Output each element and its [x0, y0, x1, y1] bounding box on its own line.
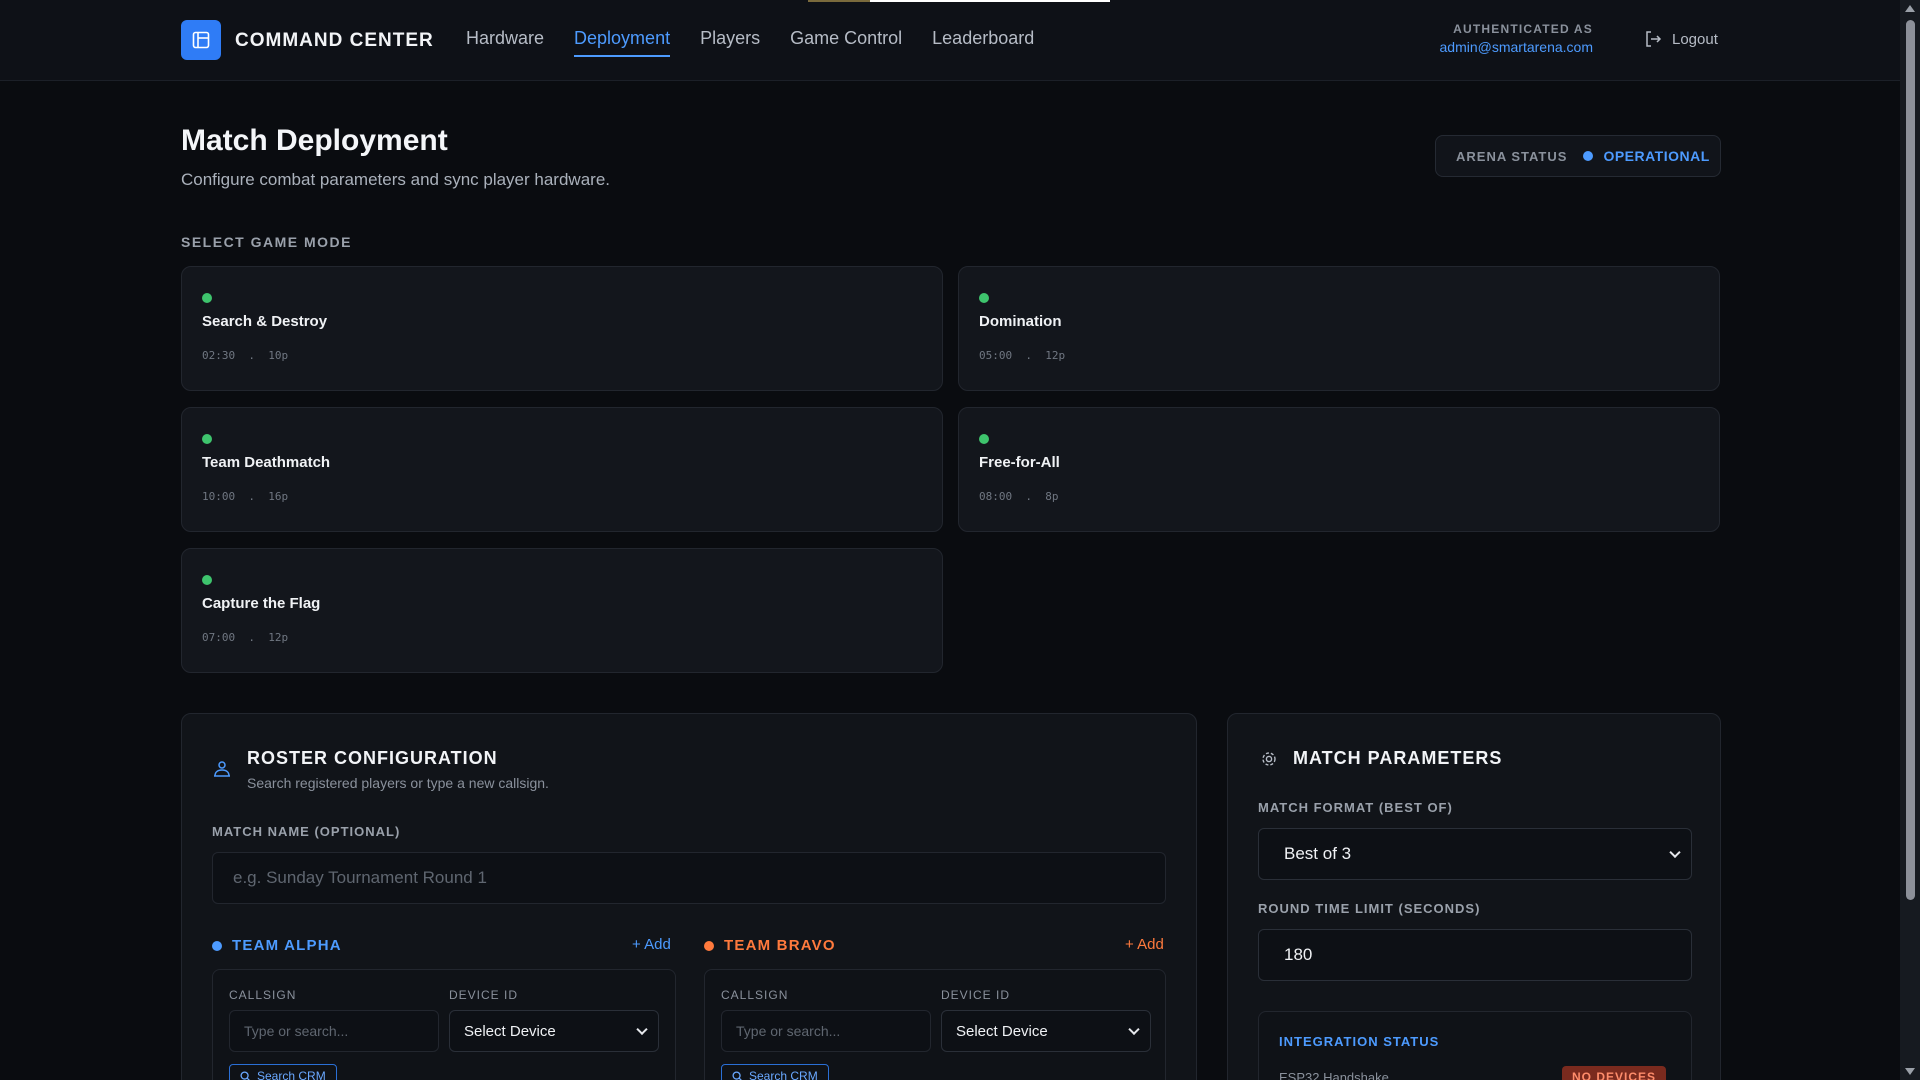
- device-select[interactable]: Select Device: [449, 1010, 659, 1052]
- nav-leaderboard[interactable]: Leaderboard: [932, 28, 1034, 57]
- device-select-value: Select Device: [956, 1022, 1048, 1040]
- nav-hardware[interactable]: Hardware: [466, 28, 544, 57]
- logout-icon: [1646, 31, 1662, 47]
- match-parameters-panel: MATCH PARAMETERS MATCH FORMAT (BEST OF) …: [1227, 713, 1721, 1080]
- match-format-select[interactable]: Best of 3: [1258, 828, 1692, 880]
- chevron-down-icon: [636, 1023, 648, 1036]
- page-scrollbar[interactable]: [1900, 0, 1920, 1080]
- main-nav: Hardware Deployment Players Game Control…: [466, 28, 1064, 57]
- auth-info: AUTHENTICATED AS admin@smartarena.com: [1440, 22, 1594, 55]
- integration-status-card: INTEGRATION STATUS ESP32 Handshake NO DE…: [1258, 1011, 1692, 1080]
- round-time-value: 180: [1284, 945, 1313, 964]
- mode-card-domination[interactable]: Domination 05:00 . 12p: [958, 266, 1720, 391]
- mode-card-capture-the-flag[interactable]: Capture the Flag 07:00 . 12p: [181, 548, 943, 673]
- nav-players[interactable]: Players: [700, 28, 760, 57]
- mode-card-free-for-all[interactable]: Free-for-All 08:00 . 8p: [958, 407, 1720, 532]
- scroll-up-arrow-icon[interactable]: [1905, 5, 1915, 12]
- no-devices-badge: NO DEVICES: [1562, 1066, 1667, 1080]
- logout-button[interactable]: Logout: [1644, 30, 1718, 48]
- device-select[interactable]: Select Device: [941, 1010, 1151, 1052]
- mode-card-team-deathmatch[interactable]: Team Deathmatch 10:00 . 16p: [181, 407, 943, 532]
- nav-deployment[interactable]: Deployment: [574, 28, 671, 57]
- match-name-input[interactable]: [212, 852, 1166, 904]
- team-name: TEAM BRAVO: [724, 937, 836, 954]
- mode-meta: 02:30 . 10p: [202, 349, 289, 362]
- search-icon: [732, 1070, 743, 1080]
- mode-name: Domination: [979, 313, 1062, 330]
- team-bravo-header: TEAM BRAVO: [704, 937, 836, 954]
- roster-configuration-panel: ROSTER CONFIGURATION Search registered p…: [181, 713, 1197, 1080]
- team-dot-icon: [212, 940, 222, 951]
- arena-status-label: ARENA STATUS: [1456, 148, 1568, 164]
- top-navigation-bar: COMMAND CENTER Hardware Deployment Playe…: [0, 0, 1900, 81]
- roster-title: ROSTER CONFIGURATION: [247, 748, 498, 768]
- auth-email: admin@smartarena.com: [1439, 39, 1594, 55]
- search-crm-button[interactable]: Search CRM: [229, 1064, 337, 1080]
- match-format-value: Best of 3: [1284, 844, 1352, 863]
- arena-status-badge: ARENA STATUS OPERATIONAL: [1435, 135, 1721, 177]
- params-title: MATCH PARAMETERS: [1293, 748, 1503, 768]
- arena-status-value: OPERATIONAL: [1603, 148, 1710, 164]
- mode-name: Free-for-All: [979, 454, 1060, 471]
- team-bravo-player-slot: CALLSIGN DEVICE ID Select Device Search …: [704, 969, 1166, 1080]
- search-crm-label: Search CRM: [749, 1069, 818, 1080]
- status-dot-icon: [1583, 151, 1594, 161]
- device-id-label: DEVICE ID: [941, 988, 1011, 1002]
- integration-item: ESP32 Handshake: [1279, 1070, 1389, 1080]
- logout-label: Logout: [1672, 30, 1718, 48]
- integration-title: INTEGRATION STATUS: [1279, 1034, 1440, 1049]
- mode-name: Team Deathmatch: [202, 454, 331, 471]
- team-alpha-header: TEAM ALPHA: [212, 937, 342, 954]
- callsign-input[interactable]: [721, 1010, 931, 1052]
- mode-name: Search & Destroy: [202, 313, 328, 330]
- round-time-input[interactable]: 180: [1258, 929, 1692, 981]
- device-select-value: Select Device: [464, 1022, 556, 1040]
- search-crm-button[interactable]: Search CRM: [721, 1064, 829, 1080]
- search-crm-label: Search CRM: [257, 1069, 326, 1080]
- scrollbar-thumb[interactable]: [1906, 20, 1915, 900]
- app-logo[interactable]: [181, 20, 221, 60]
- status-dot-icon: [979, 293, 989, 303]
- callsign-label: CALLSIGN: [229, 988, 297, 1002]
- callsign-input[interactable]: [229, 1010, 439, 1052]
- users-icon: [214, 761, 230, 777]
- scroll-down-arrow-icon[interactable]: [1905, 1068, 1915, 1075]
- status-dot-icon: [202, 575, 212, 585]
- mode-meta: 05:00 . 12p: [979, 349, 1066, 362]
- roster-subtitle: Search registered players or type a new …: [247, 775, 549, 791]
- match-name-label: MATCH NAME (OPTIONAL): [212, 824, 401, 839]
- chevron-down-icon: [1669, 846, 1681, 859]
- status-dot-icon: [202, 434, 212, 444]
- chevron-down-icon: [1128, 1023, 1140, 1036]
- game-mode-section-label: SELECT GAME MODE: [181, 234, 353, 250]
- device-id-label: DEVICE ID: [449, 988, 519, 1002]
- mode-card-search-destroy[interactable]: Search & Destroy 02:30 . 10p: [181, 266, 943, 391]
- match-format-label: MATCH FORMAT (BEST OF): [1258, 800, 1453, 815]
- callsign-label: CALLSIGN: [721, 988, 789, 1002]
- team-bravo-add-button[interactable]: + Add: [1125, 936, 1164, 953]
- search-icon: [240, 1070, 251, 1080]
- nav-game-control[interactable]: Game Control: [790, 28, 902, 57]
- team-alpha-player-slot: CALLSIGN DEVICE ID Select Device Search …: [212, 969, 676, 1080]
- page-title: Match Deployment: [181, 124, 448, 157]
- dashboard-icon: [192, 31, 210, 49]
- round-time-label: ROUND TIME LIMIT (SECONDS): [1258, 901, 1481, 916]
- status-dot-icon: [202, 293, 212, 303]
- auth-label: AUTHENTICATED AS: [1453, 22, 1593, 36]
- team-name: TEAM ALPHA: [232, 937, 342, 954]
- status-dot-icon: [979, 434, 989, 444]
- gear-icon: [1262, 752, 1276, 766]
- team-alpha-add-button[interactable]: + Add: [632, 936, 671, 953]
- mode-meta: 10:00 . 16p: [202, 490, 289, 503]
- loading-progress-bar: [808, 0, 1110, 2]
- team-dot-icon: [704, 940, 714, 951]
- brand-title: COMMAND CENTER: [235, 30, 434, 51]
- mode-meta: 07:00 . 12p: [202, 631, 289, 644]
- page-subtitle: Configure combat parameters and sync pla…: [181, 170, 610, 189]
- mode-meta: 08:00 . 8p: [979, 490, 1059, 503]
- mode-name: Capture the Flag: [202, 595, 321, 612]
